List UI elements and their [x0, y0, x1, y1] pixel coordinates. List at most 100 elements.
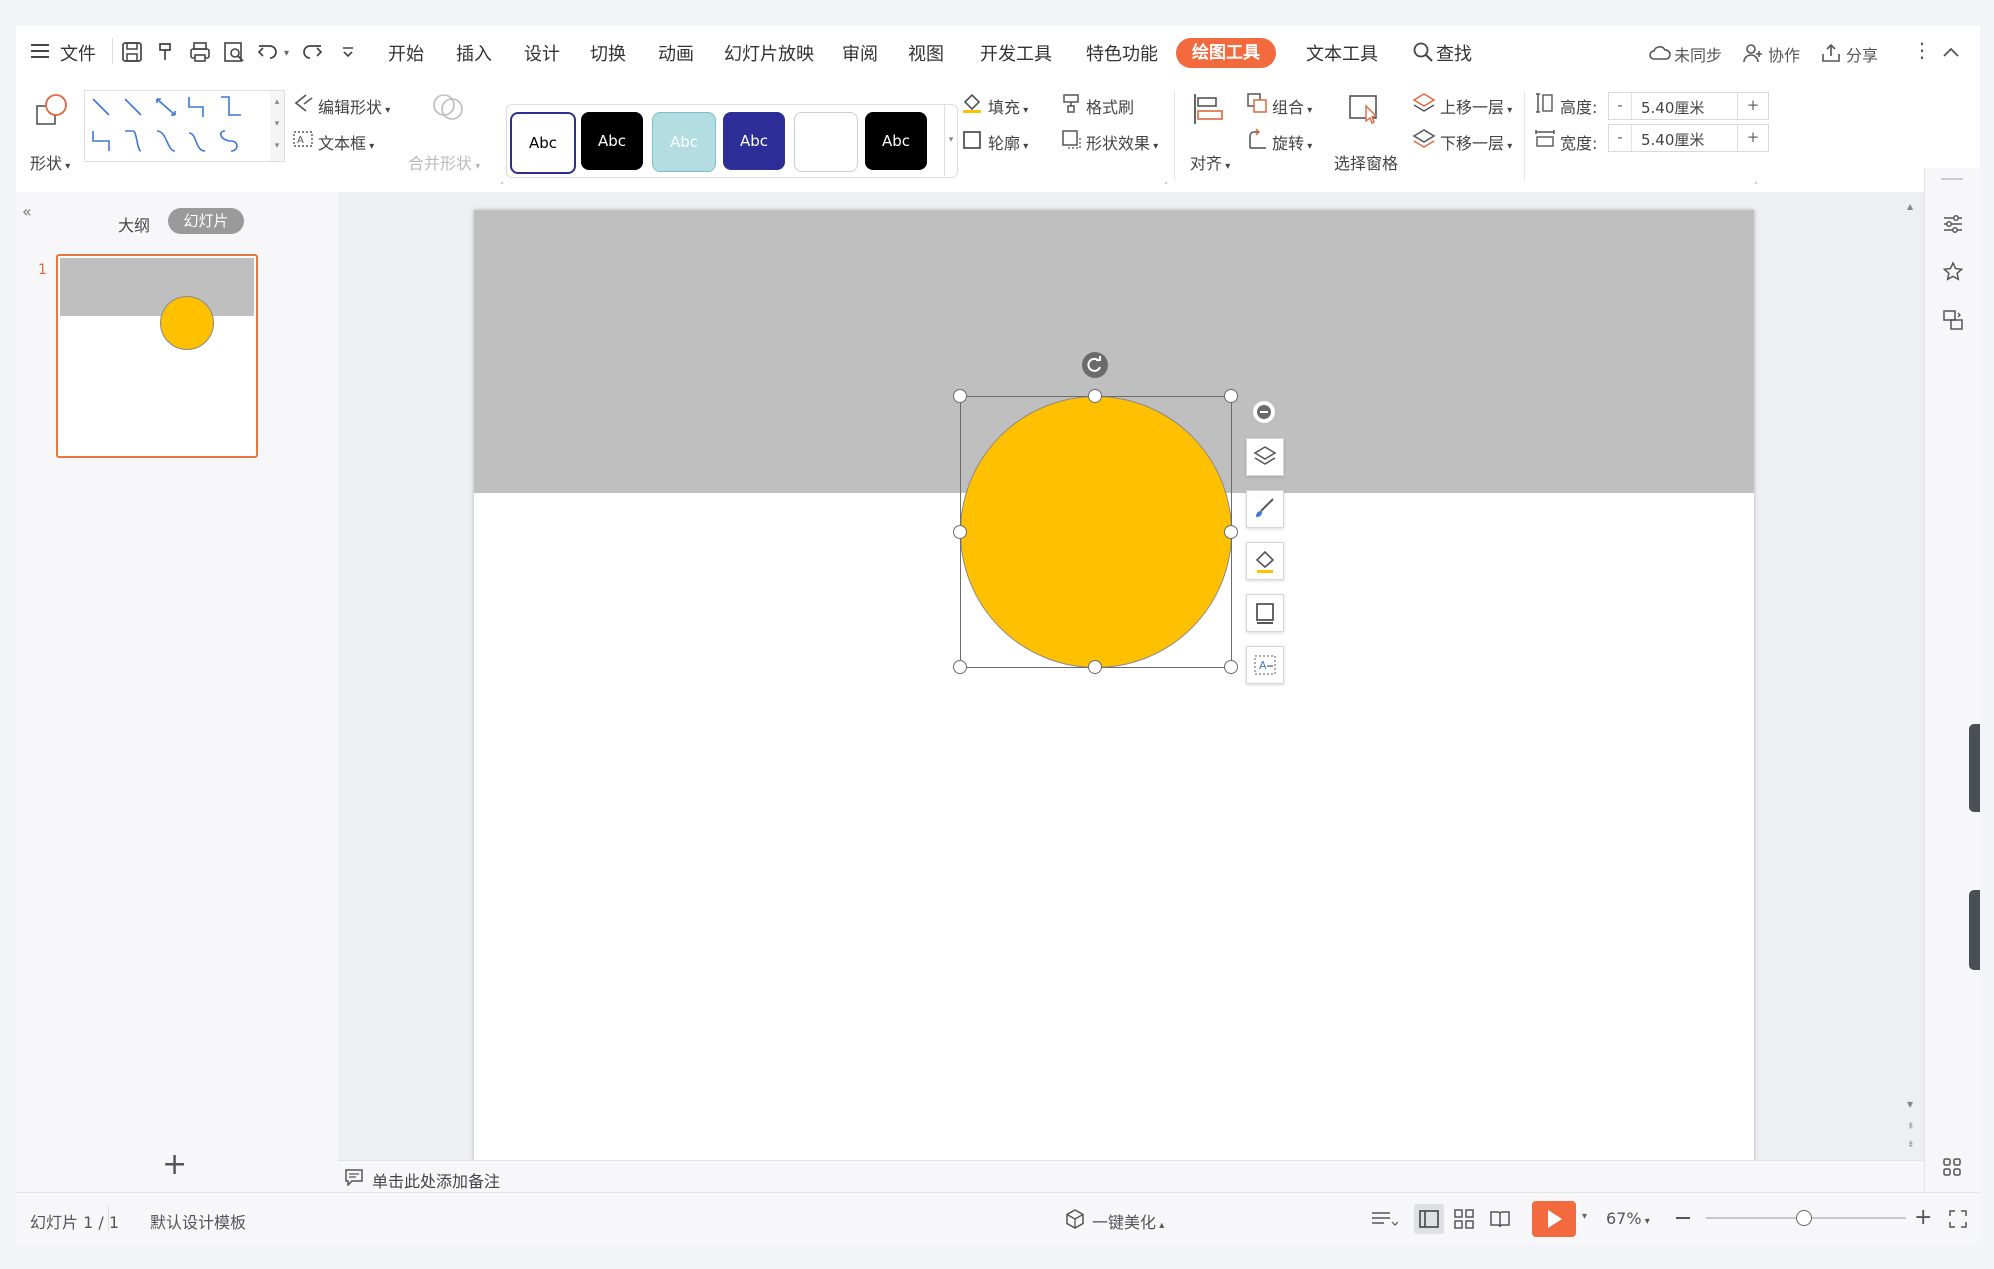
rotate-handle-icon[interactable] [1082, 352, 1108, 378]
select-pane-button[interactable]: 选择窗格 [1334, 150, 1398, 174]
play-dropdown-icon[interactable]: ▾ [1582, 1211, 1587, 1222]
format-painter-button[interactable]: 格式刷 [1086, 94, 1134, 118]
tab-slides[interactable]: 幻灯片 [168, 208, 244, 234]
merge-shape-button[interactable]: 合并形状 ▾ [408, 150, 480, 174]
menu-review[interactable]: 审阅 [842, 40, 878, 66]
outline-button[interactable]: 轮廓 ▾ [988, 130, 1028, 154]
share-button[interactable]: 分享 [1846, 42, 1878, 66]
align-button[interactable]: 对齐 ▾ [1190, 150, 1230, 174]
play-slideshow-button[interactable] [1532, 1201, 1576, 1237]
tab-outline[interactable]: 大纲 [118, 212, 150, 236]
normal-view-icon[interactable] [1414, 1204, 1444, 1234]
resize-handle-se[interactable] [1224, 660, 1238, 674]
redo-icon[interactable] [300, 40, 324, 64]
style-light-blue[interactable]: Abc [652, 112, 716, 172]
collab-icon[interactable] [1742, 42, 1764, 64]
menu-design[interactable]: 设计 [524, 40, 560, 66]
customize-quick-access-icon[interactable] [336, 40, 360, 64]
notes-bar[interactable]: 单击此处添加备注 [338, 1160, 1924, 1193]
width-decrease-button[interactable]: - [1609, 125, 1632, 151]
side-widget-tab[interactable] [1969, 724, 1980, 812]
undo-dropdown-icon[interactable]: ▾ [284, 48, 289, 59]
bring-forward-button[interactable]: 上移一层 ▾ [1440, 94, 1512, 118]
group-button[interactable]: 组合 ▾ [1272, 94, 1312, 118]
save-icon[interactable] [120, 40, 144, 64]
layer-float-button[interactable] [1246, 438, 1284, 476]
menu-search[interactable]: 查找 [1436, 40, 1472, 66]
gallery-scroll[interactable]: ▴ ▾ ▾ [270, 90, 285, 162]
print-icon[interactable] [188, 40, 212, 64]
unsync-button[interactable]: 未同步 [1674, 42, 1722, 66]
shape-effect-button[interactable]: 形状效果 ▾ [1086, 130, 1158, 154]
menu-text-tools[interactable]: 文本工具 [1306, 40, 1378, 66]
size-launcher-icon[interactable]: ⌟ [1754, 176, 1758, 185]
height-decrease-button[interactable]: - [1609, 93, 1632, 119]
menu-drawing-tools[interactable]: 绘图工具 [1176, 38, 1276, 68]
style-plain-white[interactable] [794, 112, 858, 172]
star-effects-icon[interactable] [1941, 260, 1965, 284]
collapse-float-toolbar-icon[interactable] [1252, 400, 1276, 424]
zoom-in-icon[interactable]: + [1914, 1205, 1932, 1231]
collapse-ribbon-icon[interactable] [1940, 42, 1962, 62]
width-value[interactable]: 5.40厘米 [1641, 129, 1704, 150]
style-gallery-scroll[interactable]: ▾ [944, 104, 957, 176]
width-increase-button[interactable]: + [1737, 124, 1769, 152]
slide-thumbnail[interactable] [56, 254, 258, 458]
side-widget-tab-2[interactable] [1969, 890, 1980, 970]
resize-handle-sw[interactable] [953, 660, 967, 674]
transform-icon[interactable] [1941, 308, 1965, 332]
height-increase-button[interactable]: + [1737, 92, 1769, 120]
next-slide-icon[interactable]: ⇟ [1907, 1140, 1915, 1150]
vertical-scrollbar[interactable]: ▲ ▼ ⇞ ⇟ [1904, 200, 1920, 1180]
send-backward-button[interactable]: 下移一层 ▾ [1440, 130, 1512, 154]
slide-sorter-icon[interactable] [1452, 1207, 1476, 1231]
fit-window-icon[interactable] [1948, 1209, 1968, 1229]
reading-view-icon[interactable] [1488, 1207, 1512, 1231]
group-launcher-icon[interactable]: ⌟ [500, 176, 504, 185]
width-input[interactable]: - 5.40厘米 + [1608, 124, 1769, 152]
zoom-slider-thumb[interactable] [1796, 1210, 1812, 1226]
menu-animation[interactable]: 动画 [658, 40, 694, 66]
resize-handle-e[interactable] [1224, 525, 1238, 539]
apps-grid-icon[interactable] [1941, 1156, 1963, 1178]
hamburger-icon[interactable] [30, 40, 50, 62]
undo-icon[interactable] [256, 40, 280, 64]
collapse-panel-icon[interactable]: « [22, 202, 32, 221]
menu-transition[interactable]: 切换 [590, 40, 626, 66]
style-launcher-icon[interactable]: ⌟ [1164, 176, 1168, 185]
print-preview-icon[interactable] [222, 40, 246, 64]
resize-handle-nw[interactable] [953, 389, 967, 403]
lines-gallery[interactable] [84, 90, 272, 162]
menu-insert[interactable]: 插入 [456, 40, 492, 66]
resize-handle-n[interactable] [1088, 389, 1102, 403]
collab-button[interactable]: 协作 [1768, 42, 1800, 66]
menu-slideshow[interactable]: 幻灯片放映 [724, 40, 814, 66]
scroll-down-icon[interactable]: ▼ [1907, 1100, 1913, 1109]
share-icon[interactable] [1820, 42, 1842, 64]
prev-slide-icon[interactable]: ⇞ [1907, 1122, 1915, 1132]
shapes-icon[interactable] [34, 92, 70, 128]
menu-special[interactable]: 特色功能 [1086, 40, 1158, 66]
zoom-level[interactable]: 67% ▾ [1606, 1209, 1650, 1228]
resize-handle-s[interactable] [1088, 660, 1102, 674]
template-name[interactable]: 默认设计模板 [150, 1209, 246, 1233]
menu-view[interactable]: 视图 [908, 40, 944, 66]
format-painter-quick-icon[interactable] [154, 40, 178, 64]
notes-toggle-icon[interactable] [1370, 1208, 1398, 1230]
more-icon[interactable]: ⋮ [1912, 38, 1932, 62]
scroll-up-icon[interactable]: ▲ [1907, 202, 1913, 211]
style-black-2[interactable]: Abc [865, 112, 927, 170]
text-float-button[interactable]: A [1246, 646, 1284, 684]
style-black[interactable]: Abc [581, 112, 643, 170]
menu-file[interactable]: 文件 [60, 40, 96, 66]
slide[interactable]: A [474, 210, 1754, 1168]
resize-handle-ne[interactable] [1224, 389, 1238, 403]
textbox-button[interactable]: 文本框 ▾ [318, 130, 374, 154]
height-input[interactable]: - 5.40厘米 + [1608, 92, 1769, 120]
fill-button[interactable]: 填充 ▾ [988, 94, 1028, 118]
style-navy[interactable]: Abc [723, 112, 785, 170]
menu-home[interactable]: 开始 [388, 40, 424, 66]
shapes-button[interactable]: 形状 ▾ [30, 150, 70, 174]
outline-float-button[interactable] [1246, 594, 1284, 632]
brush-float-button[interactable] [1246, 490, 1284, 528]
